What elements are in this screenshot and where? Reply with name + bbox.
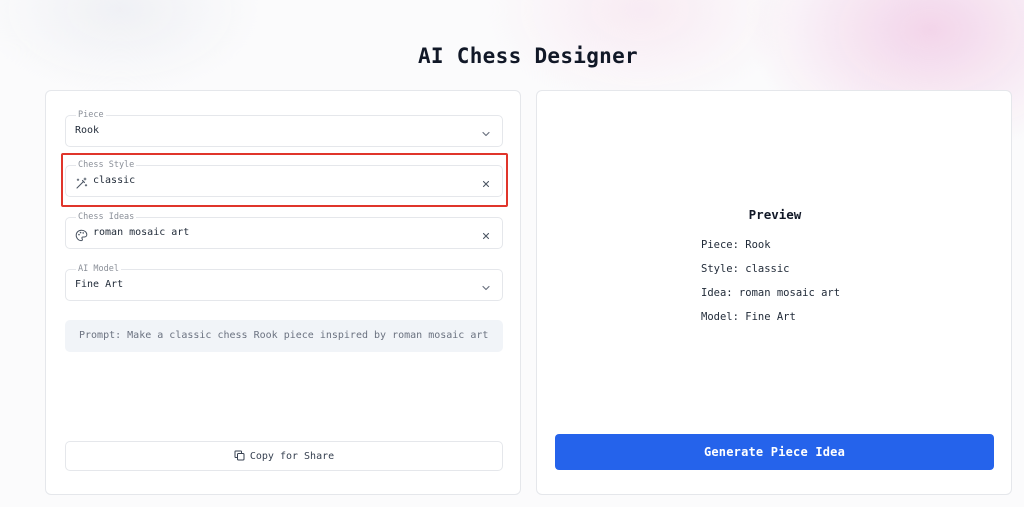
close-icon[interactable] — [480, 175, 492, 188]
preview-model: Model: Fine Art — [701, 311, 796, 323]
close-icon[interactable] — [480, 227, 492, 240]
prompt-text: Prompt: Make a classic chess Rook piece … — [79, 330, 489, 341]
chess-style-input[interactable]: Chess Style classic — [65, 160, 503, 197]
chess-ideas-label: Chess Ideas — [76, 212, 137, 222]
chess-style-value: classic — [93, 175, 136, 186]
preview-piece: Piece: Rook — [701, 239, 771, 251]
ai-model-value: Fine Art — [75, 279, 124, 290]
piece-value: Rook — [75, 125, 100, 136]
page-title: AI Chess Designer — [417, 44, 639, 68]
chess-ideas-input[interactable]: Chess Ideas roman mosaic art — [65, 212, 503, 249]
designer-form-card: Piece Rook Chess Style classic Chess Ide… — [45, 90, 521, 495]
piece-label: Piece — [76, 110, 106, 120]
magic-wand-icon — [75, 175, 88, 189]
piece-select[interactable]: Piece Rook — [65, 110, 503, 147]
copy-button-label: Copy for Share — [249, 451, 335, 462]
preview-title: Preview — [748, 207, 802, 222]
copy-for-share-button[interactable]: Copy for Share — [65, 441, 503, 471]
generate-piece-idea-button[interactable]: Generate Piece Idea — [555, 434, 994, 470]
generate-button-label: Generate Piece Idea — [703, 445, 846, 459]
ai-model-select[interactable]: AI Model Fine Art — [65, 264, 503, 301]
copy-button-content: Copy for Share — [66, 450, 502, 463]
copy-icon — [234, 450, 250, 462]
palette-icon — [75, 227, 88, 242]
preview-card: Preview Piece: Rook Style: classic Idea:… — [536, 90, 1012, 495]
preview-idea: Idea: roman mosaic art — [701, 287, 841, 299]
prompt-box: Prompt: Make a classic chess Rook piece … — [65, 320, 503, 352]
chevron-down-icon[interactable] — [480, 279, 492, 291]
chevron-down-icon[interactable] — [480, 125, 492, 137]
chess-style-label: Chess Style — [76, 160, 137, 170]
ai-model-label: AI Model — [76, 264, 121, 274]
preview-style: Style: classic — [701, 263, 790, 275]
chess-ideas-value: roman mosaic art — [93, 227, 190, 238]
